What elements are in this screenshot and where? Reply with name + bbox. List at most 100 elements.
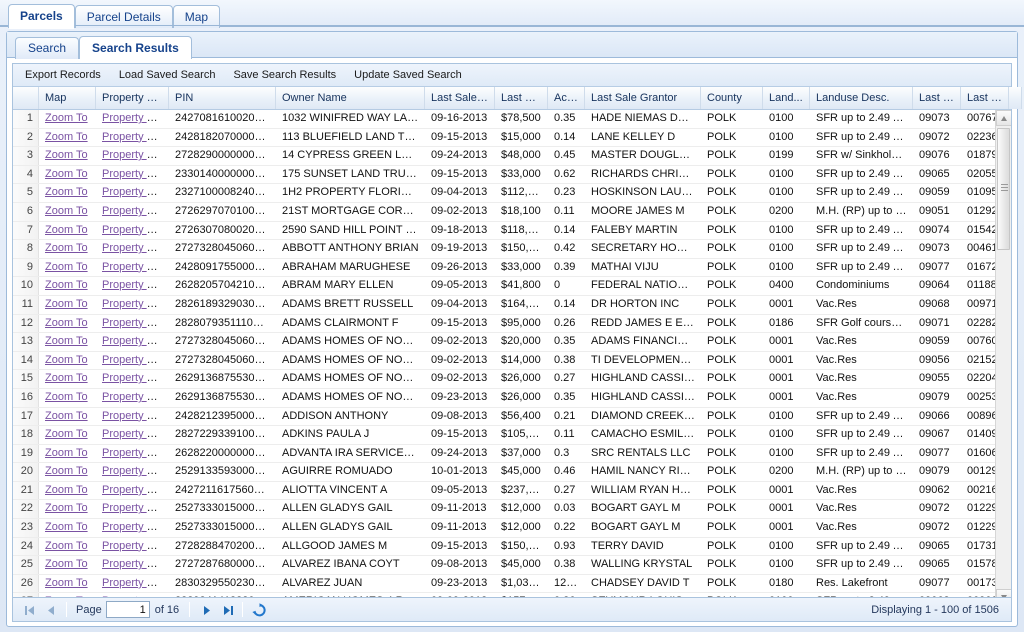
column-header-luc[interactable]: Land... [763,87,810,109]
column-header-bk[interactable]: Last Sal... [913,87,961,109]
table-row[interactable]: 26Zoom ToProperty De...283032955023000..… [13,575,1011,594]
zoom-to-link[interactable]: Zoom To [45,558,88,570]
column-header-grt[interactable]: Last Sale Grantor [585,87,701,109]
zoom-to-link[interactable]: Zoom To [45,335,88,347]
zoom-to-link[interactable]: Zoom To [45,428,88,440]
first-page-button[interactable] [20,600,39,619]
column-header-pin[interactable]: PIN [169,87,276,109]
refresh-button[interactable] [249,600,268,619]
column-header-end[interactable] [1009,87,1022,109]
property-detail-link[interactable]: Property De... [102,354,169,366]
table-row[interactable]: 24Zoom ToProperty De...272828847020000..… [13,538,1011,557]
property-detail-link[interactable]: Property De... [102,447,169,459]
column-header-own[interactable]: Owner Name [276,87,425,109]
property-detail-link[interactable]: Property De... [102,242,169,254]
property-detail-link[interactable]: Property De... [102,317,169,329]
property-detail-link[interactable]: Property De... [102,298,169,310]
table-row[interactable]: 12Zoom ToProperty De...282807935111000..… [13,315,1011,334]
table-row[interactable]: 22Zoom ToProperty De...252733301500010..… [13,500,1011,519]
zoom-to-link[interactable]: Zoom To [45,131,88,143]
table-row[interactable]: 15Zoom ToProperty De...262913687553000..… [13,370,1011,389]
column-header-map[interactable]: Map [39,87,96,109]
zoom-to-link[interactable]: Zoom To [45,484,88,496]
zoom-to-link[interactable]: Zoom To [45,186,88,198]
property-detail-link[interactable]: Property De... [102,410,169,422]
scroll-up-arrow[interactable] [996,110,1011,126]
table-row[interactable]: 20Zoom ToProperty De...252913359300010..… [13,463,1011,482]
property-detail-link[interactable]: Property De... [102,261,169,273]
zoom-to-link[interactable]: Zoom To [45,521,88,533]
zoom-to-link[interactable]: Zoom To [45,372,88,384]
zoom-to-link[interactable]: Zoom To [45,224,88,236]
table-row[interactable]: 13Zoom ToProperty De...272732804506000..… [13,333,1011,352]
property-detail-link[interactable]: Property De... [102,484,169,496]
property-detail-link[interactable]: Property De... [102,540,169,552]
property-detail-link[interactable]: Property De... [102,279,169,291]
table-row[interactable]: 25Zoom ToProperty De...272728768000003..… [13,556,1011,575]
property-detail-link[interactable]: Property De... [102,372,169,384]
table-row[interactable]: 14Zoom ToProperty De...272732804506000..… [13,352,1011,371]
zoom-to-link[interactable]: Zoom To [45,465,88,477]
column-header-pg[interactable]: Last Sal... [961,87,1009,109]
zoom-to-link[interactable]: Zoom To [45,354,88,366]
tab-parcels[interactable]: Parcels [8,4,75,28]
table-row[interactable]: 8Zoom ToProperty De...272732804506000...… [13,240,1011,259]
table-row[interactable]: 2Zoom ToProperty De...242818207000002...… [13,129,1011,148]
zoom-to-link[interactable]: Zoom To [45,317,88,329]
table-row[interactable]: 1Zoom ToProperty De...242708161002002...… [13,110,1011,129]
table-row[interactable]: 23Zoom ToProperty De...252733301500010..… [13,519,1011,538]
table-row[interactable]: 5Zoom ToProperty De...232710000824000...… [13,184,1011,203]
property-detail-link[interactable]: Property De... [102,558,169,570]
column-header-num[interactable] [13,87,39,109]
property-detail-link[interactable]: Property De... [102,224,169,236]
zoom-to-link[interactable]: Zoom To [45,112,88,124]
zoom-to-link[interactable]: Zoom To [45,298,88,310]
zoom-to-link[interactable]: Zoom To [45,242,88,254]
zoom-to-link[interactable]: Zoom To [45,540,88,552]
zoom-to-link[interactable]: Zoom To [45,261,88,273]
column-header-lud[interactable]: Landuse Desc. [810,87,913,109]
property-detail-link[interactable]: Property De... [102,168,169,180]
property-detail-link[interactable]: Property De... [102,205,169,217]
tab-parcel-details[interactable]: Parcel Details [75,5,173,28]
column-header-acr[interactable]: Acres [548,87,585,109]
column-header-cty[interactable]: County [701,87,763,109]
update-saved-search-button[interactable]: Update Saved Search [346,66,470,84]
zoom-to-link[interactable]: Zoom To [45,502,88,514]
column-header-pd[interactable]: Property De... [96,87,169,109]
zoom-to-link[interactable]: Zoom To [45,577,88,589]
load-saved-search-button[interactable]: Load Saved Search [111,66,224,84]
vertical-scrollbar[interactable] [995,110,1011,605]
table-row[interactable]: 3Zoom ToProperty De...272829000000041...… [13,147,1011,166]
property-detail-link[interactable]: Property De... [102,131,169,143]
zoom-to-link[interactable]: Zoom To [45,205,88,217]
property-detail-link[interactable]: Property De... [102,186,169,198]
next-page-button[interactable] [196,600,215,619]
property-detail-link[interactable]: Property De... [102,577,169,589]
tab-search-results[interactable]: Search Results [79,36,192,59]
table-row[interactable]: 9Zoom ToProperty De...242809175500011...… [13,259,1011,278]
zoom-to-link[interactable]: Zoom To [45,447,88,459]
column-header-lsd[interactable]: Last Sale Date [425,87,495,109]
property-detail-link[interactable]: Property De... [102,112,169,124]
table-row[interactable]: 11Zoom ToProperty De...282618932903001..… [13,296,1011,315]
export-records-button[interactable]: Export Records [17,66,109,84]
save-search-results-button[interactable]: Save Search Results [225,66,344,84]
scrollbar-thumb[interactable] [997,128,1010,250]
prev-page-button[interactable] [41,600,60,619]
table-row[interactable]: 4Zoom ToProperty De...233014000000011...… [13,166,1011,185]
page-number-input[interactable] [106,601,150,618]
table-row[interactable]: 17Zoom ToProperty De...242821239500008..… [13,408,1011,427]
table-row[interactable]: 21Zoom ToProperty De...242721161756004..… [13,482,1011,501]
property-detail-link[interactable]: Property De... [102,149,169,161]
zoom-to-link[interactable]: Zoom To [45,168,88,180]
table-row[interactable]: 10Zoom ToProperty De...262820570421006..… [13,277,1011,296]
property-detail-link[interactable]: Property De... [102,428,169,440]
property-detail-link[interactable]: Property De... [102,465,169,477]
zoom-to-link[interactable]: Zoom To [45,149,88,161]
property-detail-link[interactable]: Property De... [102,502,169,514]
property-detail-link[interactable]: Property De... [102,391,169,403]
table-row[interactable]: 16Zoom ToProperty De...262913687553001..… [13,389,1011,408]
zoom-to-link[interactable]: Zoom To [45,410,88,422]
column-header-lsa[interactable]: Last Sal... [495,87,548,109]
